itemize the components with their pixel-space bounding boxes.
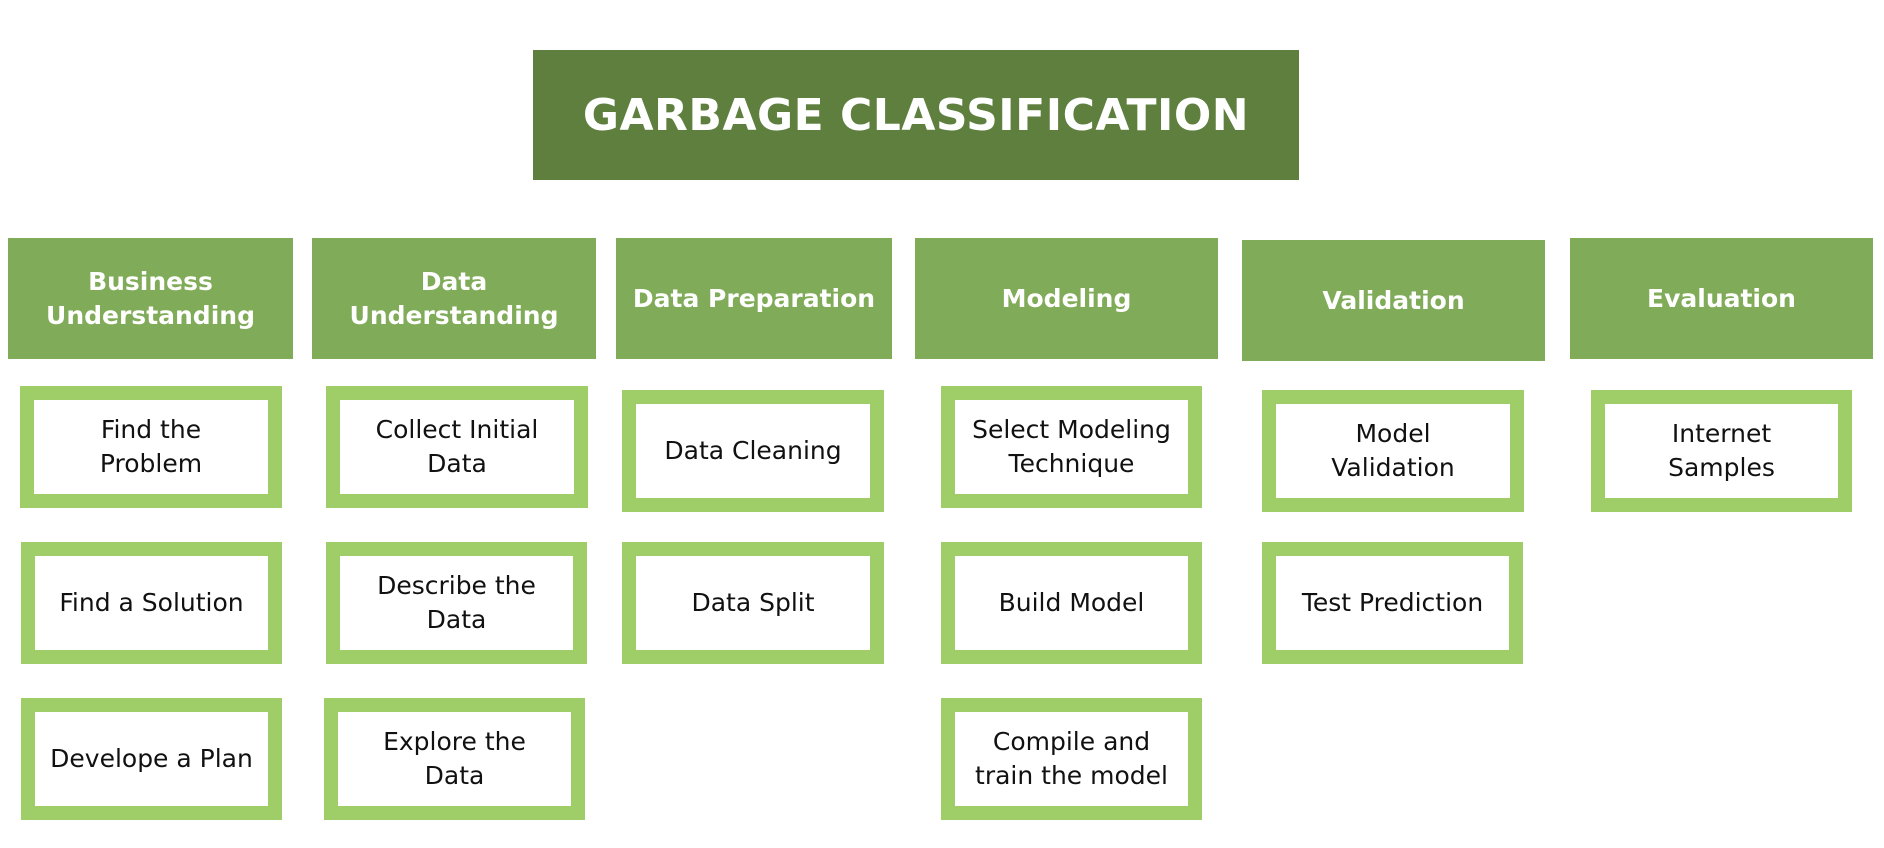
item-data-split: Data Split [622, 542, 884, 664]
item-find-a-solution: Find a Solution [21, 542, 282, 664]
header-evaluation: Evaluation [1570, 238, 1873, 359]
item-develope-a-plan: Develope a Plan [21, 698, 282, 820]
header-business-understanding: Business Understanding [8, 238, 293, 359]
item-select-modeling-technique: Select Modeling Technique [941, 386, 1202, 508]
item-data-cleaning: Data Cleaning [622, 390, 884, 512]
item-describe-the-data: Describe the Data [326, 542, 587, 664]
header-data-preparation: Data Preparation [616, 238, 892, 359]
item-test-prediction: Test Prediction [1262, 542, 1523, 664]
item-build-model: Build Model [941, 542, 1202, 664]
item-compile-and-train-the-model: Compile and train the model [941, 698, 1202, 820]
header-modeling: Modeling [915, 238, 1218, 359]
item-find-the-problem: Find the Problem [20, 386, 282, 508]
header-data-understanding: Data Understanding [312, 238, 596, 359]
item-model-validation: Model Validation [1262, 390, 1524, 512]
header-validation: Validation [1242, 240, 1545, 361]
diagram-title: GARBAGE CLASSIFICATION [533, 50, 1299, 180]
item-internet-samples: Internet Samples [1591, 390, 1852, 512]
item-collect-initial-data: Collect Initial Data [326, 386, 588, 508]
item-explore-the-data: Explore the Data [324, 698, 585, 820]
